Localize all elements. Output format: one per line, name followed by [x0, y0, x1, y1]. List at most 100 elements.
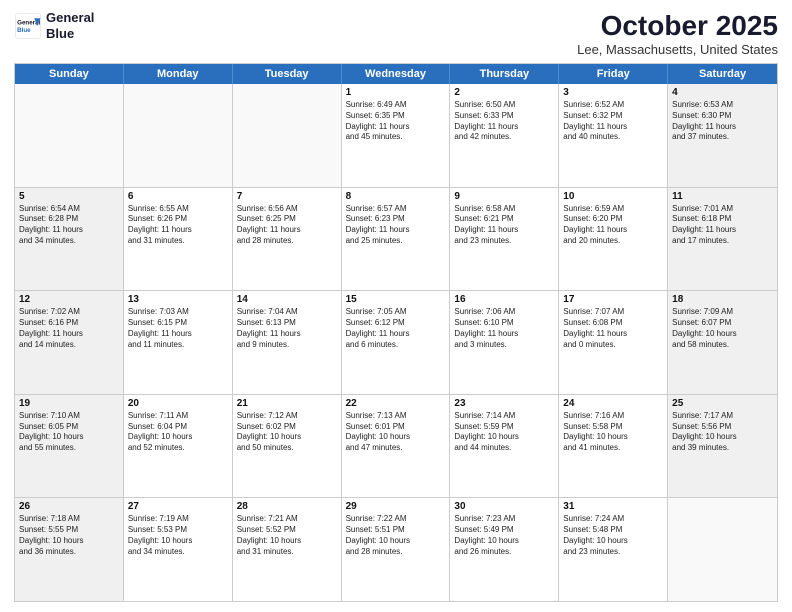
cell-info: Sunrise: 7:19 AM Sunset: 5:53 PM Dayligh…	[128, 514, 228, 557]
cell-info: Sunrise: 6:52 AM Sunset: 6:32 PM Dayligh…	[563, 100, 663, 143]
calendar-cell-8: 8 Sunrise: 6:57 AM Sunset: 6:23 PM Daylig…	[342, 188, 451, 291]
calendar-cell-5: 5 Sunrise: 6:54 AM Sunset: 6:28 PM Daylig…	[15, 188, 124, 291]
calendar-cell-30: 30 Sunrise: 7:23 AM Sunset: 5:49 PM Dayli…	[450, 498, 559, 601]
calendar-cell-19: 19Sunrise: 7:10 AM Sunset: 6:05 PM Dayli…	[15, 395, 124, 498]
logo-text-line2: Blue	[46, 26, 94, 42]
day-number: 16	[454, 294, 554, 305]
calendar-cell-3: 3 Sunrise: 6:52 AM Sunset: 6:32 PM Daylig…	[559, 84, 668, 187]
day-number: 27	[128, 501, 228, 512]
header-day-thursday: Thursday	[450, 64, 559, 84]
cell-info: Sunrise: 7:05 AM Sunset: 6:12 PM Dayligh…	[346, 307, 446, 350]
header-day-sunday: Sunday	[15, 64, 124, 84]
day-number: 23	[454, 398, 554, 409]
day-number: 17	[563, 294, 663, 305]
cell-info: Sunrise: 7:12 AM Sunset: 6:02 PM Dayligh…	[237, 411, 337, 454]
calendar-row-3: 19Sunrise: 7:10 AM Sunset: 6:05 PM Dayli…	[15, 395, 777, 499]
cell-info: Sunrise: 7:03 AM Sunset: 6:15 PM Dayligh…	[128, 307, 228, 350]
cell-info: Sunrise: 7:21 AM Sunset: 5:52 PM Dayligh…	[237, 514, 337, 557]
calendar-cell-22: 22 Sunrise: 7:13 AM Sunset: 6:01 PM Dayli…	[342, 395, 451, 498]
title-block: October 2025 Lee, Massachusetts, United …	[577, 10, 778, 57]
cell-info: Sunrise: 7:22 AM Sunset: 5:51 PM Dayligh…	[346, 514, 446, 557]
cell-info: Sunrise: 7:07 AM Sunset: 6:08 PM Dayligh…	[563, 307, 663, 350]
cell-info: Sunrise: 7:10 AM Sunset: 6:05 PM Dayligh…	[19, 411, 119, 454]
calendar-cell-4: 4 Sunrise: 6:53 AM Sunset: 6:30 PM Daylig…	[668, 84, 777, 187]
day-number: 2	[454, 87, 554, 98]
calendar-cell-24: 24 Sunrise: 7:16 AM Sunset: 5:58 PM Dayli…	[559, 395, 668, 498]
calendar-cell-29: 29 Sunrise: 7:22 AM Sunset: 5:51 PM Dayli…	[342, 498, 451, 601]
day-number: 26	[19, 501, 119, 512]
calendar-cell-21: 21Sunrise: 7:12 AM Sunset: 6:02 PM Dayli…	[233, 395, 342, 498]
cell-info: Sunrise: 7:01 AM Sunset: 6:18 PM Dayligh…	[672, 204, 773, 247]
header-day-monday: Monday	[124, 64, 233, 84]
calendar-cell-12: 12Sunrise: 7:02 AM Sunset: 6:16 PM Dayli…	[15, 291, 124, 394]
day-number: 10	[563, 191, 663, 202]
day-number: 9	[454, 191, 554, 202]
cell-info: Sunrise: 7:23 AM Sunset: 5:49 PM Dayligh…	[454, 514, 554, 557]
location: Lee, Massachusetts, United States	[577, 42, 778, 57]
calendar-cell-9: 9 Sunrise: 6:58 AM Sunset: 6:21 PM Daylig…	[450, 188, 559, 291]
cell-info: Sunrise: 7:24 AM Sunset: 5:48 PM Dayligh…	[563, 514, 663, 557]
cell-info: Sunrise: 7:18 AM Sunset: 5:55 PM Dayligh…	[19, 514, 119, 557]
calendar-cell-empty-0-1	[124, 84, 233, 187]
month-title: October 2025	[577, 10, 778, 42]
cell-info: Sunrise: 7:13 AM Sunset: 6:01 PM Dayligh…	[346, 411, 446, 454]
day-number: 4	[672, 87, 773, 98]
cell-info: Sunrise: 7:11 AM Sunset: 6:04 PM Dayligh…	[128, 411, 228, 454]
cell-info: Sunrise: 6:55 AM Sunset: 6:26 PM Dayligh…	[128, 204, 228, 247]
calendar-header: SundayMondayTuesdayWednesdayThursdayFrid…	[15, 64, 777, 84]
day-number: 5	[19, 191, 119, 202]
cell-info: Sunrise: 7:14 AM Sunset: 5:59 PM Dayligh…	[454, 411, 554, 454]
calendar-row-4: 26 Sunrise: 7:18 AM Sunset: 5:55 PM Dayli…	[15, 498, 777, 601]
cell-info: Sunrise: 6:59 AM Sunset: 6:20 PM Dayligh…	[563, 204, 663, 247]
calendar-row-1: 5 Sunrise: 6:54 AM Sunset: 6:28 PM Daylig…	[15, 188, 777, 292]
cell-info: Sunrise: 7:04 AM Sunset: 6:13 PM Dayligh…	[237, 307, 337, 350]
calendar-cell-18: 18Sunrise: 7:09 AM Sunset: 6:07 PM Dayli…	[668, 291, 777, 394]
logo: General Blue General Blue	[14, 10, 94, 41]
calendar-row-0: 1Sunrise: 6:49 AM Sunset: 6:35 PM Daylig…	[15, 84, 777, 188]
day-number: 29	[346, 501, 446, 512]
cell-info: Sunrise: 6:49 AM Sunset: 6:35 PM Dayligh…	[346, 100, 446, 143]
calendar-cell-7: 7 Sunrise: 6:56 AM Sunset: 6:25 PM Daylig…	[233, 188, 342, 291]
cell-info: Sunrise: 6:53 AM Sunset: 6:30 PM Dayligh…	[672, 100, 773, 143]
calendar-cell-31: 31 Sunrise: 7:24 AM Sunset: 5:48 PM Dayli…	[559, 498, 668, 601]
cell-info: Sunrise: 7:16 AM Sunset: 5:58 PM Dayligh…	[563, 411, 663, 454]
cell-info: Sunrise: 7:06 AM Sunset: 6:10 PM Dayligh…	[454, 307, 554, 350]
calendar-cell-15: 15 Sunrise: 7:05 AM Sunset: 6:12 PM Dayli…	[342, 291, 451, 394]
day-number: 31	[563, 501, 663, 512]
calendar-body: 1Sunrise: 6:49 AM Sunset: 6:35 PM Daylig…	[15, 84, 777, 601]
calendar-cell-25: 25 Sunrise: 7:17 AM Sunset: 5:56 PM Dayli…	[668, 395, 777, 498]
calendar-cell-13: 13Sunrise: 7:03 AM Sunset: 6:15 PM Dayli…	[124, 291, 233, 394]
cell-info: Sunrise: 7:17 AM Sunset: 5:56 PM Dayligh…	[672, 411, 773, 454]
calendar-cell-2: 2Sunrise: 6:50 AM Sunset: 6:33 PM Daylig…	[450, 84, 559, 187]
calendar-cell-27: 27 Sunrise: 7:19 AM Sunset: 5:53 PM Dayli…	[124, 498, 233, 601]
header-day-friday: Friday	[559, 64, 668, 84]
logo-icon: General Blue	[14, 12, 42, 40]
day-number: 25	[672, 398, 773, 409]
day-number: 3	[563, 87, 663, 98]
calendar-cell-28: 28 Sunrise: 7:21 AM Sunset: 5:52 PM Dayli…	[233, 498, 342, 601]
day-number: 28	[237, 501, 337, 512]
calendar-cell-empty-0-2	[233, 84, 342, 187]
cell-info: Sunrise: 6:58 AM Sunset: 6:21 PM Dayligh…	[454, 204, 554, 247]
cell-info: Sunrise: 6:54 AM Sunset: 6:28 PM Dayligh…	[19, 204, 119, 247]
header-day-saturday: Saturday	[668, 64, 777, 84]
header-day-wednesday: Wednesday	[342, 64, 451, 84]
calendar-cell-23: 23 Sunrise: 7:14 AM Sunset: 5:59 PM Dayli…	[450, 395, 559, 498]
day-number: 30	[454, 501, 554, 512]
day-number: 24	[563, 398, 663, 409]
day-number: 6	[128, 191, 228, 202]
logo-text-line1: General	[46, 10, 94, 26]
calendar-cell-10: 10 Sunrise: 6:59 AM Sunset: 6:20 PM Dayli…	[559, 188, 668, 291]
calendar-cell-empty-0-0	[15, 84, 124, 187]
calendar-cell-20: 20 Sunrise: 7:11 AM Sunset: 6:04 PM Dayli…	[124, 395, 233, 498]
calendar-row-2: 12Sunrise: 7:02 AM Sunset: 6:16 PM Dayli…	[15, 291, 777, 395]
day-number: 22	[346, 398, 446, 409]
cell-info: Sunrise: 6:56 AM Sunset: 6:25 PM Dayligh…	[237, 204, 337, 247]
day-number: 8	[346, 191, 446, 202]
calendar-cell-14: 14Sunrise: 7:04 AM Sunset: 6:13 PM Dayli…	[233, 291, 342, 394]
day-number: 20	[128, 398, 228, 409]
cell-info: Sunrise: 6:57 AM Sunset: 6:23 PM Dayligh…	[346, 204, 446, 247]
day-number: 7	[237, 191, 337, 202]
day-number: 15	[346, 294, 446, 305]
day-number: 11	[672, 191, 773, 202]
